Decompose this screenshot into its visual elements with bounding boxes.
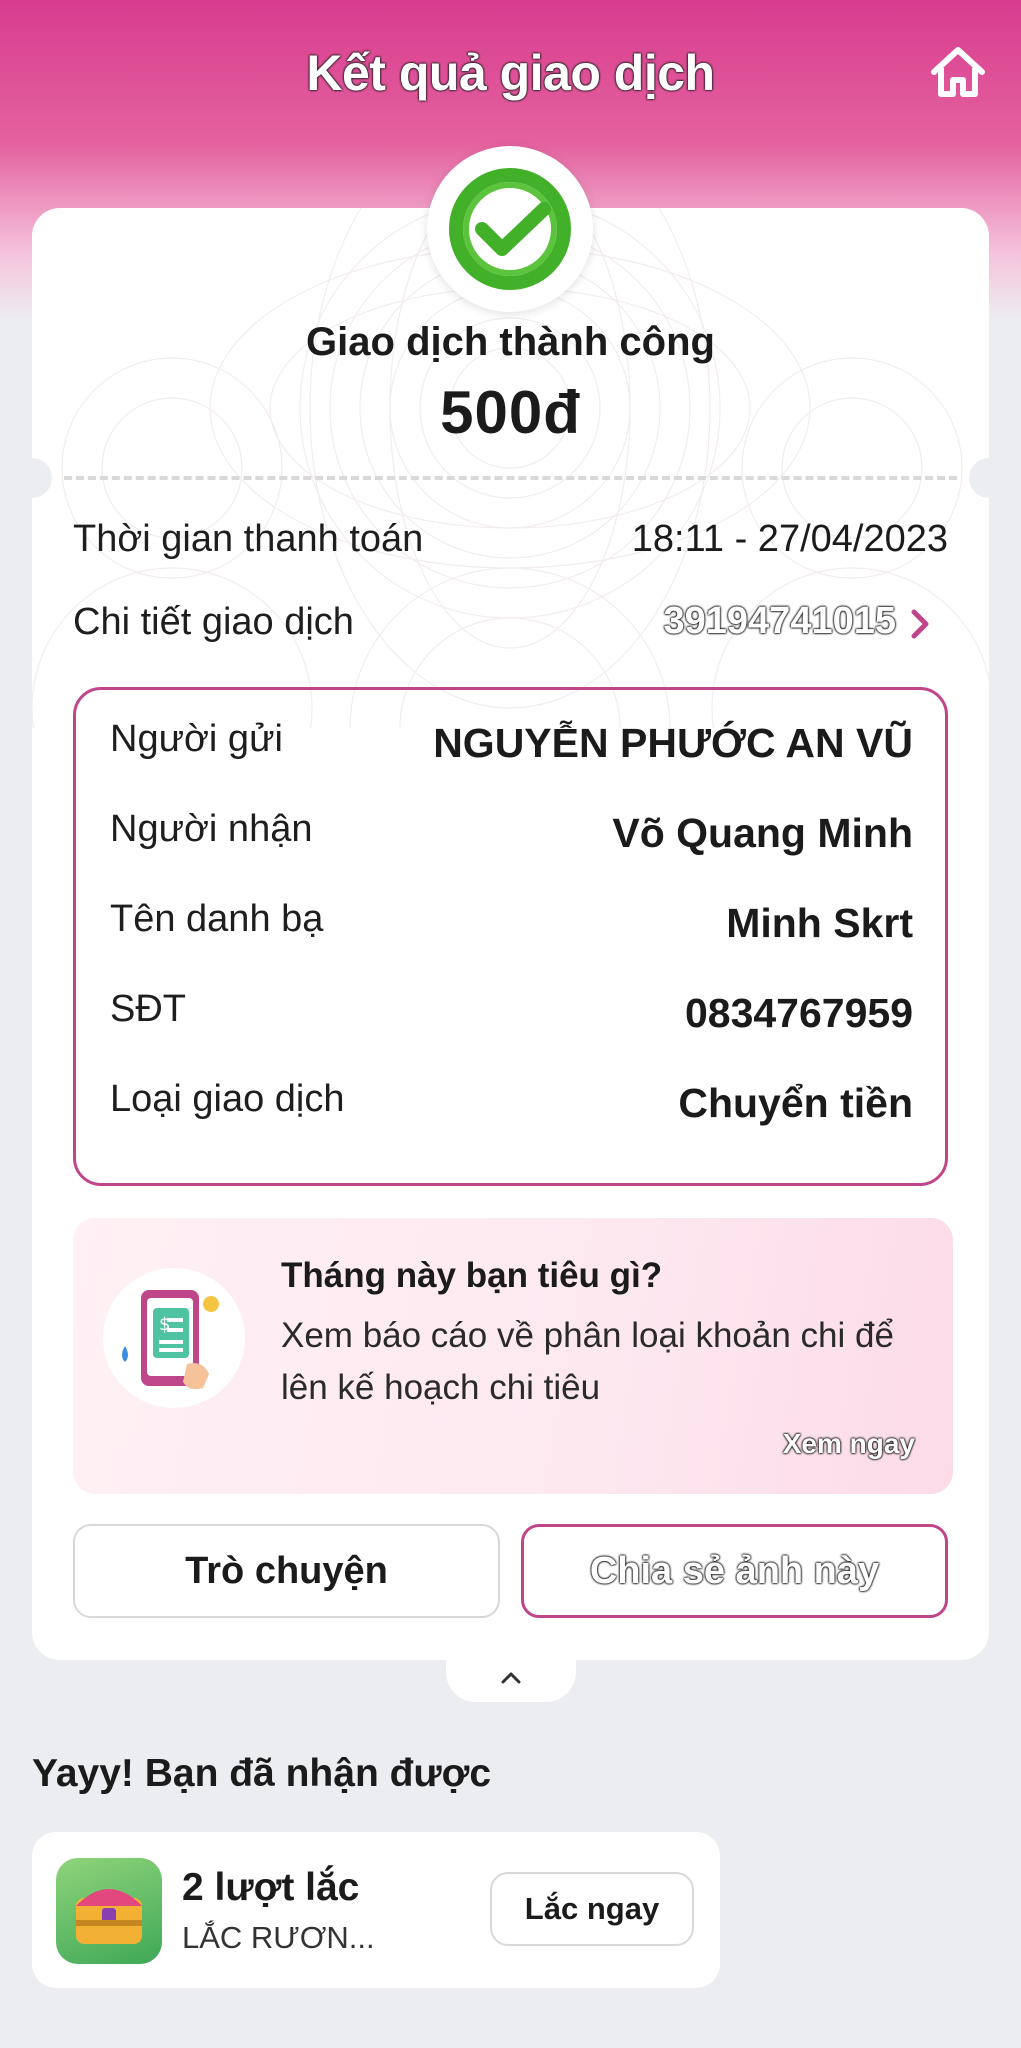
transaction-detail-label: Chi tiết giao dịch [73, 601, 354, 643]
page-title: Kết quả giao dịch [306, 45, 715, 101]
home-button[interactable] [928, 44, 988, 100]
report-illustration-icon: $ [103, 1268, 245, 1408]
phone-label: SĐT [110, 988, 186, 1030]
transaction-type-label: Loại giao dịch [110, 1078, 345, 1120]
reward-game-name: LẮC RƯƠN... [182, 1920, 375, 1955]
contact-name-value: Minh Skrt [726, 900, 913, 946]
share-image-button[interactable]: Chia sẻ ảnh này [521, 1524, 948, 1618]
view-now-link[interactable]: Xem ngay [783, 1428, 915, 1460]
payment-time-value: 18:11 - 27/04/2023 [631, 518, 948, 560]
chevron-right-icon[interactable] [904, 604, 936, 644]
check-circle-icon [449, 168, 571, 290]
phone-value: 0834767959 [684, 990, 913, 1036]
transaction-type-value: Chuyển tiền [678, 1080, 913, 1126]
sender-value: NGUYỄN PHƯỚC AN VŨ [433, 720, 913, 766]
spending-report-banner[interactable]: $ Tháng này bạn tiêu gì? Xem báo cáo về … [73, 1218, 953, 1494]
ticket-divider [64, 476, 957, 480]
receiver-label: Người nhận [110, 808, 313, 850]
transaction-id-link[interactable]: 39194741015 [560, 600, 896, 643]
shake-now-button[interactable]: Lắc ngay [490, 1872, 694, 1946]
treasure-chest-icon [56, 1858, 162, 1964]
reward-count: 2 lượt lắc [182, 1866, 360, 1909]
contact-name-label: Tên danh bạ [110, 898, 324, 940]
amount: 500đ [440, 379, 581, 446]
status-title: Giao dịch thành công [306, 320, 715, 364]
sender-label: Người gửi [110, 718, 283, 760]
receiver-value: Võ Quang Minh [612, 810, 913, 856]
chevron-up-icon [501, 1672, 521, 1684]
promo-title: Tháng này bạn tiêu gì? [281, 1256, 663, 1295]
chat-button[interactable]: Trò chuyện [73, 1524, 500, 1618]
reward-card[interactable]: 2 lượt lắc LẮC RƯƠN... Lắc ngay [32, 1832, 720, 1988]
promo-description: Xem báo cáo về phân loại khoản chi để lê… [281, 1316, 894, 1407]
collapse-toggle[interactable] [446, 1656, 576, 1702]
payment-time-label: Thời gian thanh toán [73, 518, 424, 560]
home-icon [931, 47, 985, 97]
rewards-title: Yayy! Bạn đã nhận được [32, 1752, 492, 1795]
success-badge [427, 146, 593, 312]
transaction-details-box: Người gửi NGUYỄN PHƯỚC AN VŨ Người nhận … [73, 687, 948, 1186]
